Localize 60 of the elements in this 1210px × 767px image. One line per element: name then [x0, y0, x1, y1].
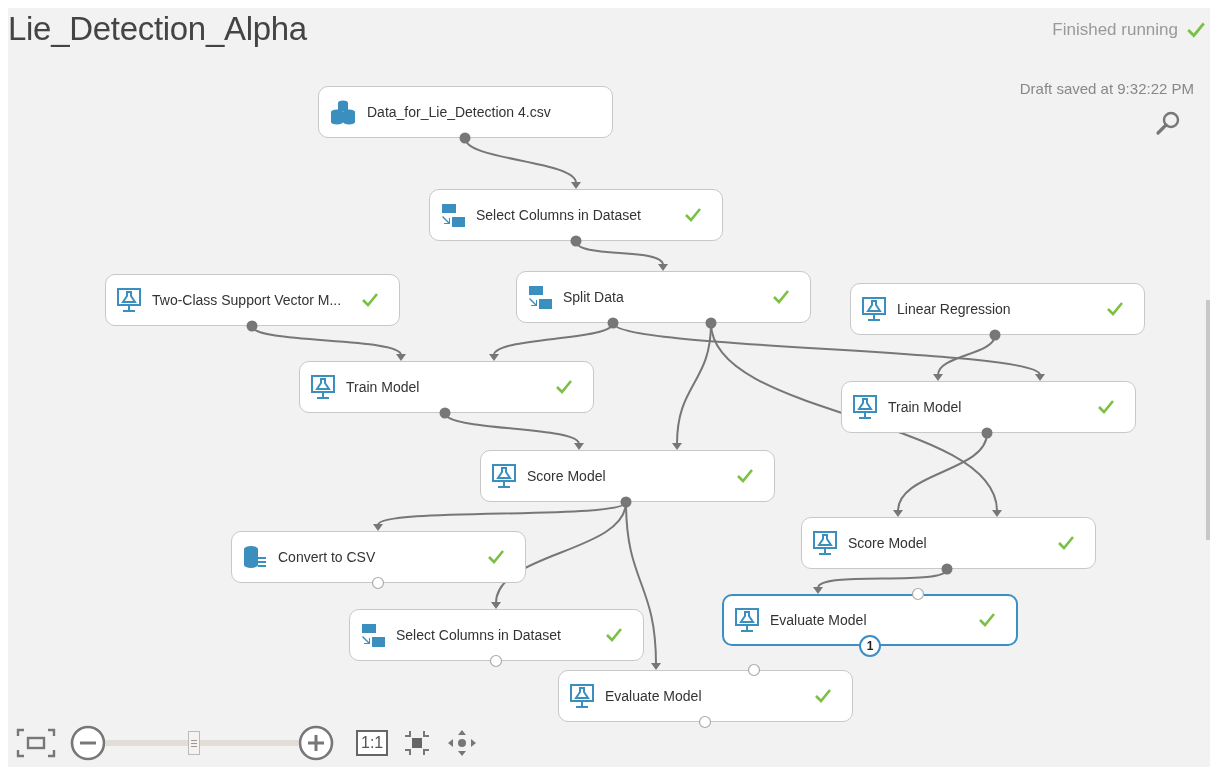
monitor-flask-icon: [569, 683, 595, 709]
output-port[interactable]: [705, 317, 717, 329]
experiment-title: Lie_Detection_Alpha: [8, 10, 307, 48]
zoom-slider-thumb[interactable]: [188, 731, 201, 755]
module-node[interactable]: Two-Class Support Vector M...: [105, 274, 400, 326]
monitor-flask-icon: [491, 463, 517, 489]
count-badge: 1: [859, 635, 881, 657]
module-node[interactable]: Data_for_Lie_Detection 4.csv: [318, 86, 613, 138]
module-node[interactable]: Score Model: [480, 450, 775, 502]
output-port[interactable]: [620, 496, 632, 508]
output-port[interactable]: [459, 132, 471, 144]
monitor-flask-icon: [734, 607, 760, 633]
module-label: Score Model: [848, 535, 928, 551]
output-port[interactable]: [989, 329, 1001, 341]
database-icon: [329, 99, 357, 125]
module-node[interactable]: Score Model: [801, 517, 1096, 569]
module-label: Score Model: [527, 468, 607, 484]
output-port[interactable]: [246, 320, 258, 332]
monitor-flask-icon: [812, 530, 838, 556]
module-node[interactable]: Train Model: [841, 381, 1136, 433]
table-chart-icon: [527, 284, 553, 310]
zoom-in-button[interactable]: [298, 725, 334, 761]
search-button[interactable]: [1154, 109, 1182, 137]
actual-size-button[interactable]: 1:1: [356, 730, 389, 756]
monitor-flask-icon: [116, 287, 142, 313]
module-label: Train Model: [888, 399, 963, 415]
module-label: Evaluate Model: [605, 688, 703, 704]
port[interactable]: [911, 587, 925, 601]
module-label: Evaluate Model: [770, 612, 868, 628]
module-label: Two-Class Support Vector M...: [152, 292, 343, 308]
module-label: Train Model: [346, 379, 421, 395]
module-node[interactable]: Select Columns in Dataset: [349, 609, 644, 661]
fit-to-screen-button[interactable]: [16, 728, 56, 758]
scrollbar[interactable]: [1206, 300, 1210, 540]
module-node[interactable]: Split Data: [516, 271, 811, 323]
run-status: Finished running: [1052, 20, 1178, 40]
draft-saved-time: Draft saved at 9:32:22 PM: [1019, 80, 1194, 97]
module-label: Linear Regression: [897, 301, 1012, 317]
module-node[interactable]: Linear Regression: [850, 283, 1145, 335]
output-port[interactable]: [439, 407, 451, 419]
module-label: Select Columns in Dataset: [396, 627, 562, 643]
output-port[interactable]: [570, 235, 582, 247]
zoom-out-button[interactable]: [70, 725, 106, 761]
monitor-flask-icon: [852, 394, 878, 420]
monitor-flask-icon: [310, 374, 336, 400]
module-label: Data_for_Lie_Detection 4.csv: [367, 104, 552, 120]
module-label: Convert to CSV: [278, 549, 377, 565]
module-node[interactable]: Train Model: [299, 361, 594, 413]
module-label: Select Columns in Dataset: [476, 207, 642, 223]
module-node[interactable]: Evaluate Model: [558, 670, 853, 722]
output-port[interactable]: [981, 427, 993, 439]
module-node[interactable]: Select Columns in Dataset: [429, 189, 723, 241]
module-label: Split Data: [563, 289, 625, 305]
output-port[interactable]: [607, 317, 619, 329]
database-list-icon: [242, 544, 268, 570]
monitor-flask-icon: [861, 296, 887, 322]
module-node[interactable]: Convert to CSV: [231, 531, 526, 583]
table-chart-icon: [440, 202, 466, 228]
output-port[interactable]: [941, 563, 953, 575]
table-chart-icon: [360, 622, 386, 648]
